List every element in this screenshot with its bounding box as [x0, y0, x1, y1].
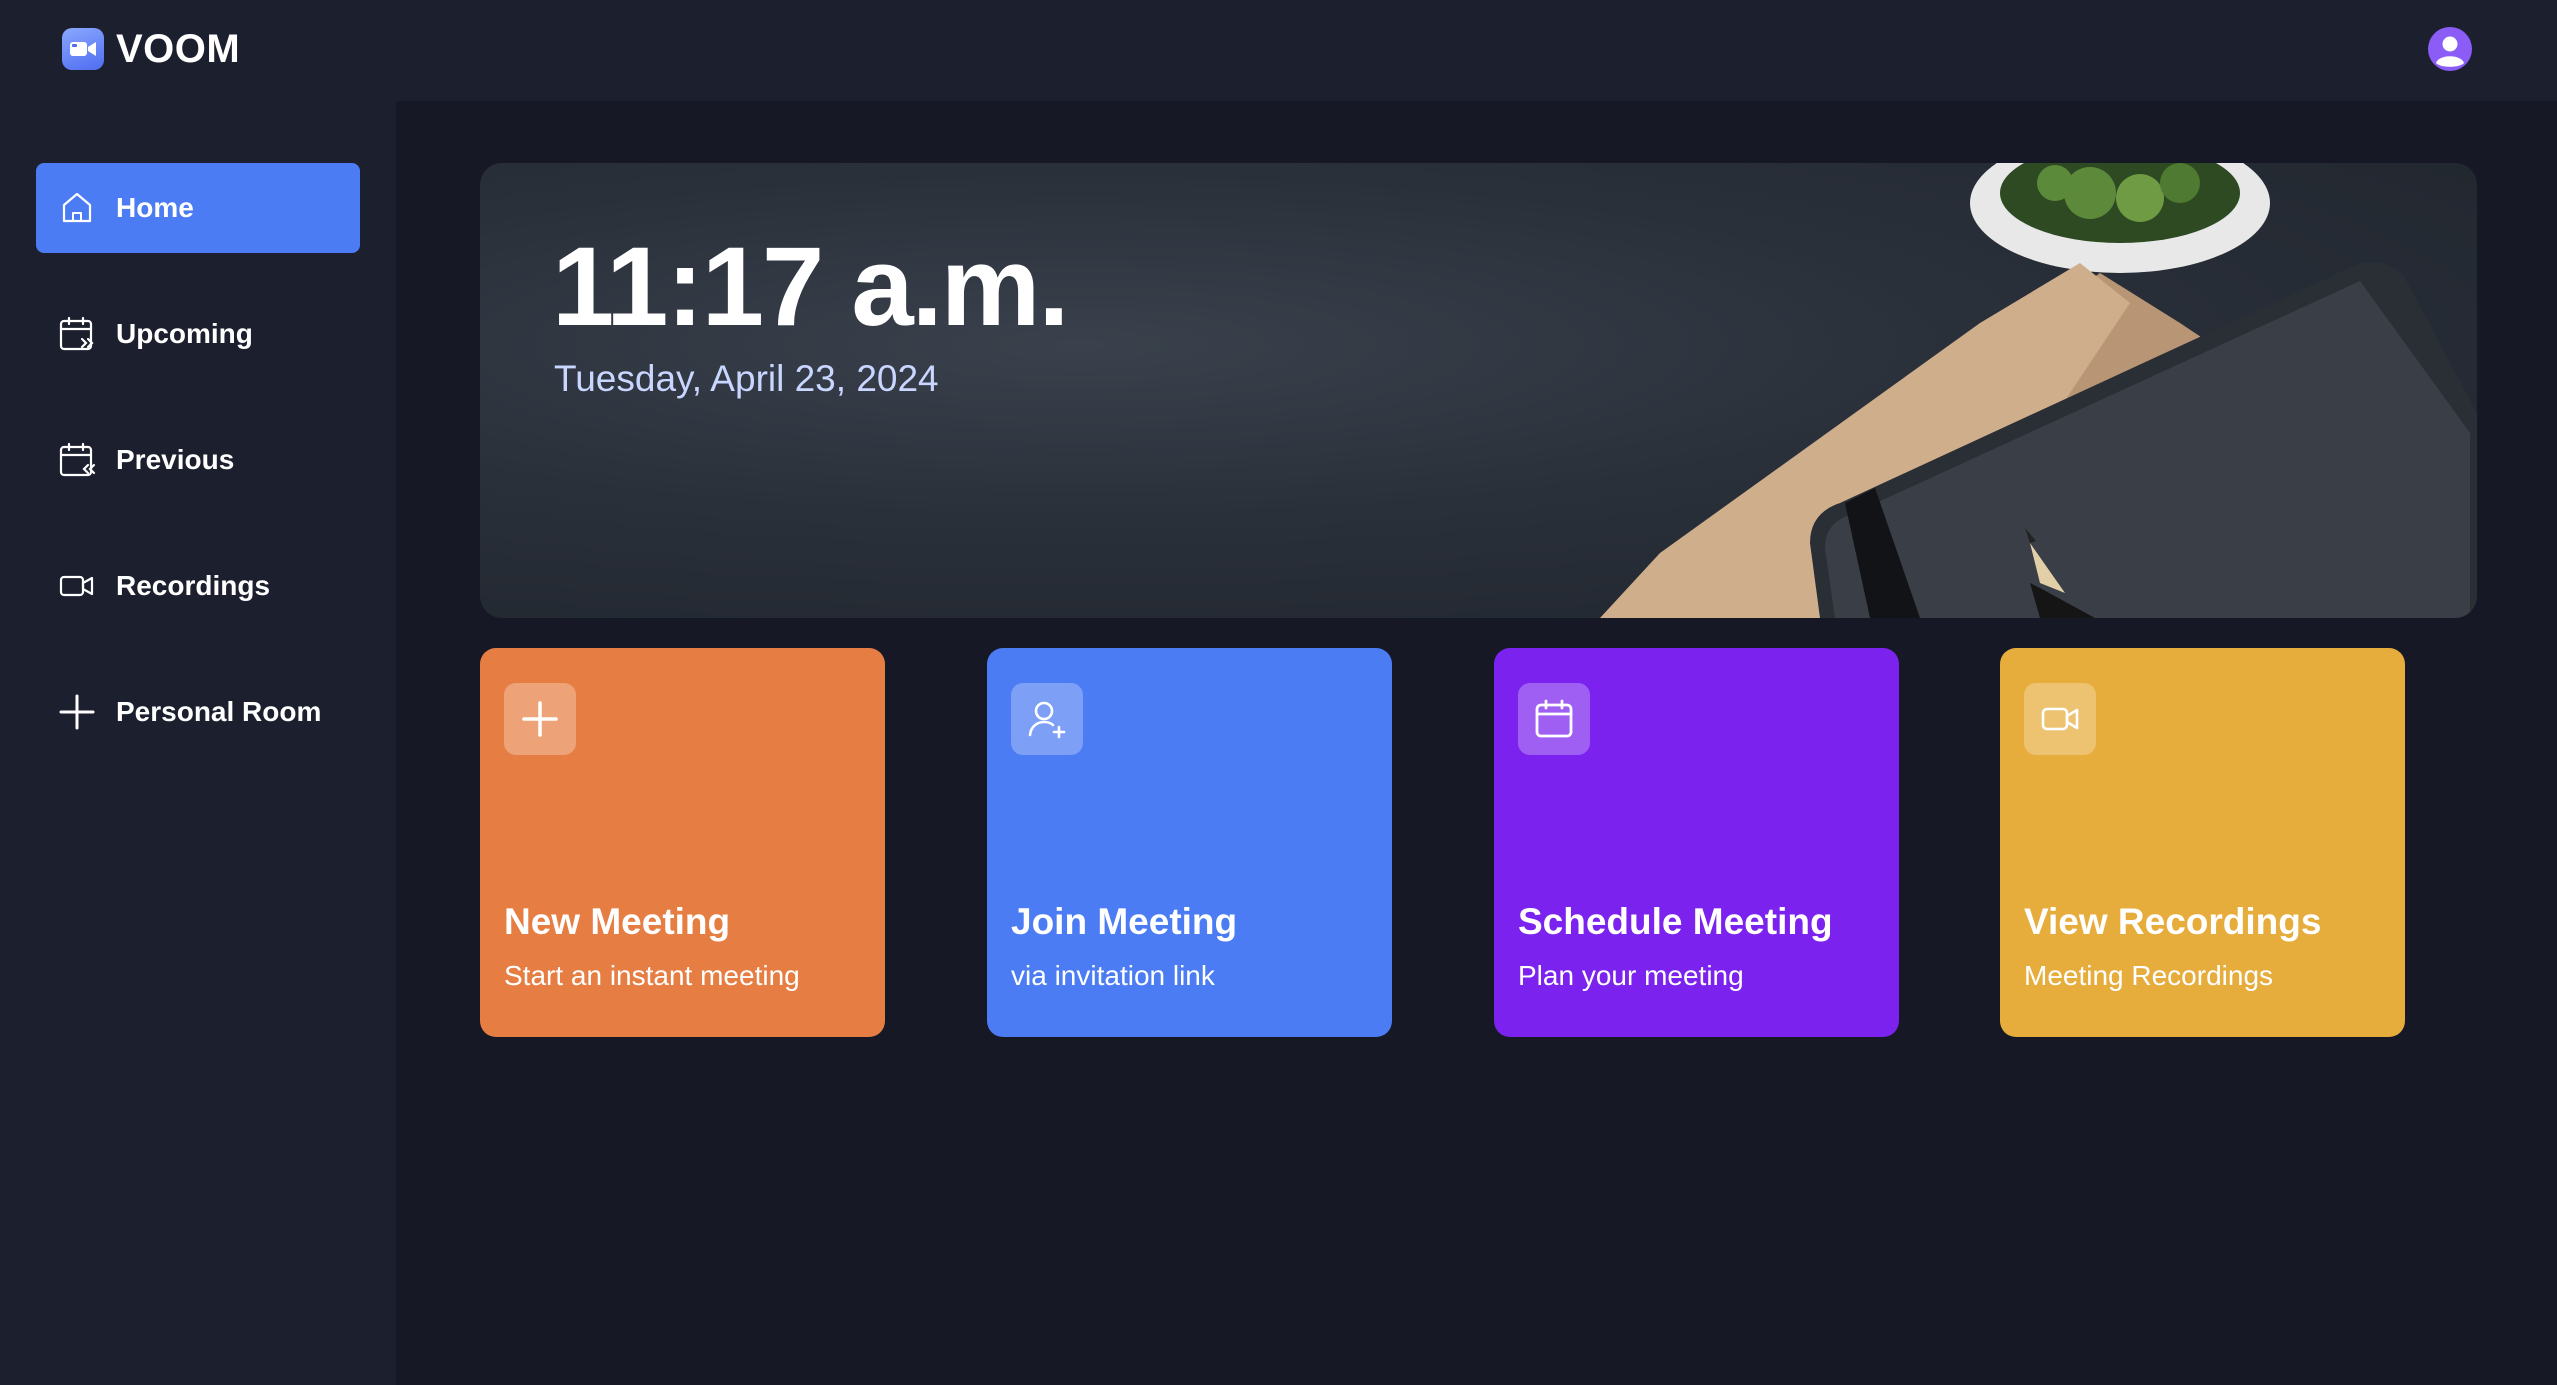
calendar-previous-icon	[58, 441, 96, 479]
hero-banner: 11:17 a.m. Tuesday, April 23, 2024	[480, 163, 2477, 618]
add-user-icon	[1011, 683, 1083, 755]
top-bar: VOOM	[0, 0, 2557, 101]
app-name: VOOM	[116, 26, 241, 71]
video-camera-logo-icon	[62, 28, 104, 70]
current-time: 11:17 a.m.	[552, 224, 1069, 349]
video-icon	[58, 567, 96, 605]
card-subtitle: Plan your meeting	[1518, 960, 1744, 991]
card-subtitle: Start an instant meeting	[504, 960, 800, 991]
card-subtitle: Meeting Recordings	[2024, 960, 2274, 991]
sidebar-item-label: Personal Room	[116, 696, 322, 727]
calendar-icon	[1518, 683, 1590, 755]
sidebar-item-label: Previous	[116, 444, 235, 475]
sidebar-item-upcoming[interactable]: Upcoming	[36, 289, 360, 379]
card-subtitle: via invitation link	[1011, 960, 1215, 991]
sidebar-item-label: Recordings	[116, 570, 271, 601]
current-date: Tuesday, April 23, 2024	[554, 358, 939, 399]
sidebar-item-home[interactable]: Home	[36, 163, 360, 253]
card-title: View Recordings	[2024, 901, 2322, 942]
sidebar-item-personal-room[interactable]: Personal Room	[36, 667, 360, 757]
home-icon	[58, 189, 96, 227]
user-icon	[2429, 28, 2471, 70]
sidebar-item-recordings[interactable]: Recordings	[36, 541, 360, 631]
plus-icon	[504, 683, 576, 755]
card-title: Join Meeting	[1011, 901, 1238, 942]
app-logo[interactable]: VOOM	[62, 27, 240, 71]
schedule-meeting-card[interactable]: Schedule Meeting Plan your meeting	[1494, 648, 1899, 1037]
video-icon	[2024, 683, 2096, 755]
card-title: Schedule Meeting	[1518, 901, 1833, 942]
user-avatar[interactable]	[2428, 27, 2472, 71]
sidebar-item-label: Upcoming	[116, 318, 253, 349]
sidebar-item-label: Home	[116, 192, 194, 223]
sidebar: Home Upcoming Previous Recordings Person…	[0, 101, 396, 1385]
card-title: New Meeting	[504, 901, 731, 942]
view-recordings-card[interactable]: View Recordings Meeting Recordings	[2000, 648, 2405, 1037]
plus-icon	[58, 693, 96, 731]
new-meeting-card[interactable]: New Meeting Start an instant meeting	[480, 648, 885, 1037]
calendar-upcoming-icon	[58, 315, 96, 353]
join-meeting-card[interactable]: Join Meeting via invitation link	[987, 648, 1392, 1037]
sidebar-item-previous[interactable]: Previous	[36, 415, 360, 505]
